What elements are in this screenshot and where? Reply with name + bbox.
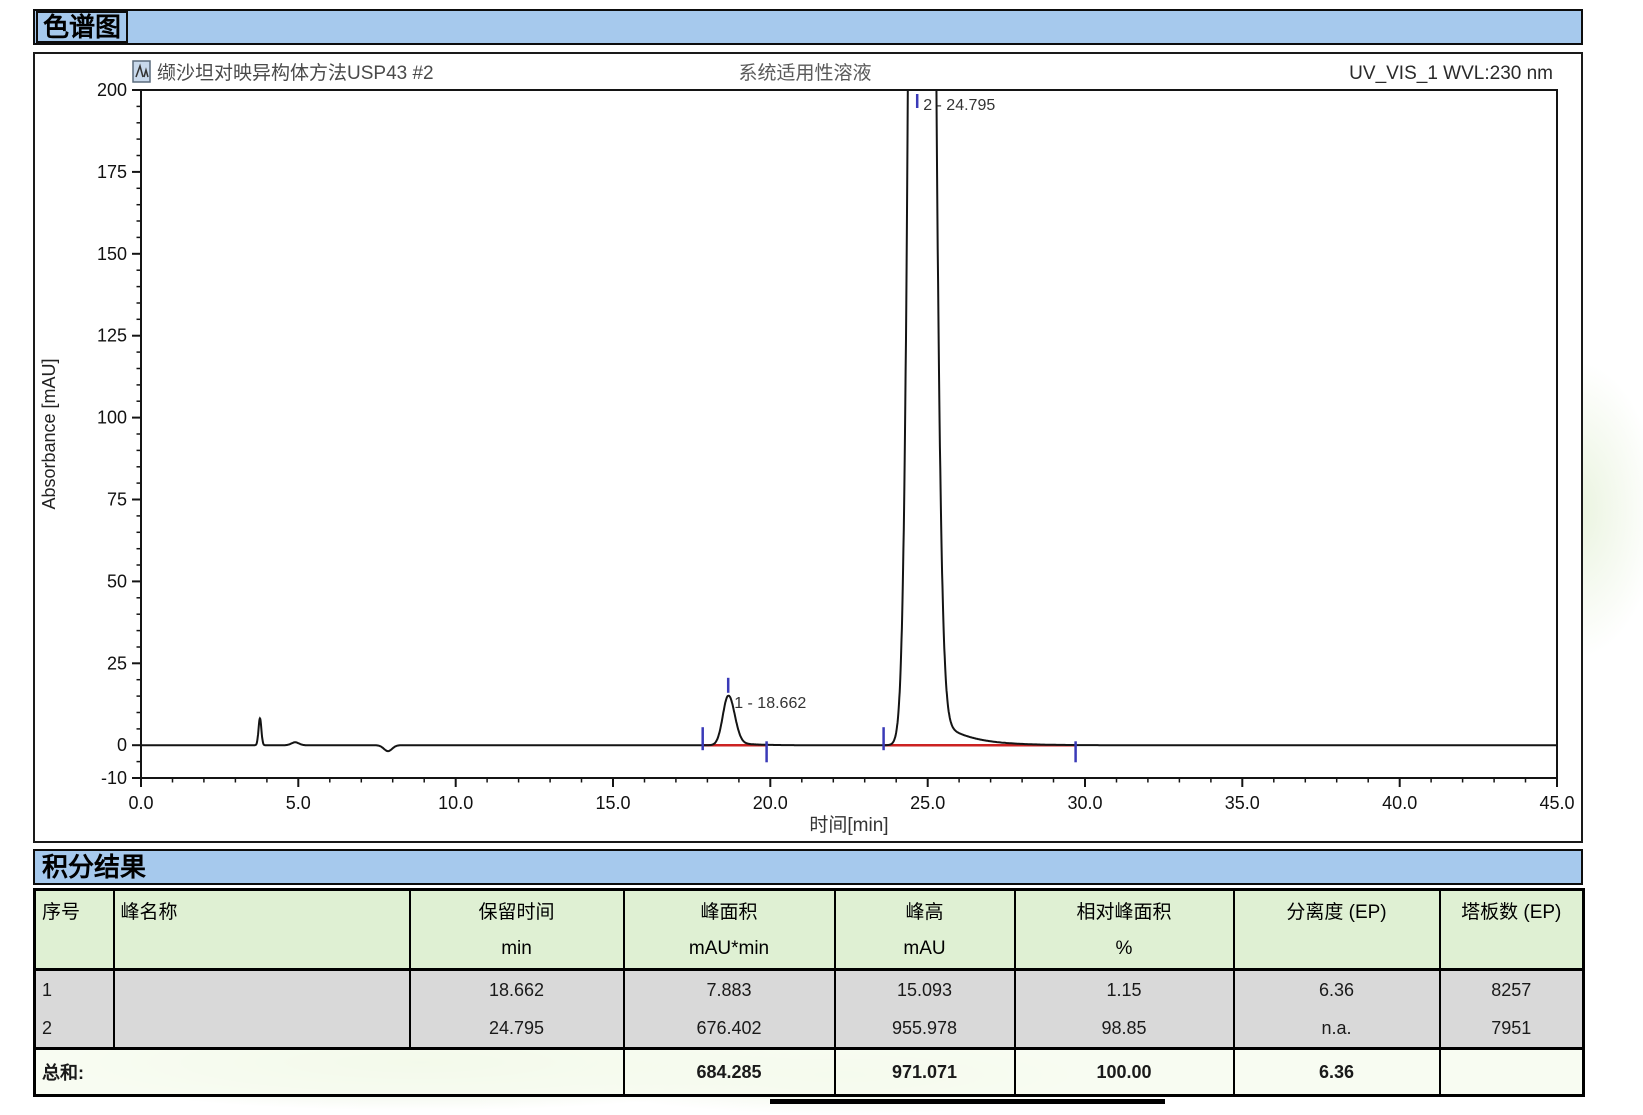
peak-value: 18.662: [410, 970, 624, 1010]
sum-value: 100.00: [1015, 1049, 1234, 1096]
svg-text:0: 0: [117, 735, 127, 755]
svg-text:45.0: 45.0: [1539, 793, 1574, 813]
svg-text:175: 175: [97, 162, 127, 182]
svg-text:40.0: 40.0: [1382, 793, 1417, 813]
svg-text:50: 50: [107, 571, 127, 591]
svg-text:25: 25: [107, 653, 127, 673]
column-header: 峰高mAU: [835, 890, 1015, 970]
svg-text:100: 100: [97, 408, 127, 428]
peak-value: 1.15: [1015, 970, 1234, 1010]
peak-value: 6.36: [1234, 970, 1440, 1010]
column-header: 保留时间min: [410, 890, 624, 970]
svg-text:0.0: 0.0: [128, 793, 153, 813]
svg-text:30.0: 30.0: [1067, 793, 1102, 813]
column-header: 塔板数 (EP): [1440, 890, 1584, 970]
svg-text:200: 200: [97, 80, 127, 100]
column-header: 分离度 (EP): [1234, 890, 1440, 970]
peak-row: 1 18.6627.88315.0931.156.368257: [35, 970, 1584, 1010]
svg-text:150: 150: [97, 244, 127, 264]
svg-text:10.0: 10.0: [438, 793, 473, 813]
peak-value: 98.85: [1015, 1009, 1234, 1049]
svg-text:125: 125: [97, 326, 127, 346]
table-bottom-rule: [770, 1099, 1165, 1104]
peak-number: 2: [35, 1009, 114, 1049]
table-header-row: 序号峰名称保留时间min峰面积mAU*min峰高mAU相对峰面积%分离度 (EP…: [35, 890, 1584, 970]
peak-value: 24.795: [410, 1009, 624, 1049]
sum-value: 684.285: [624, 1049, 835, 1096]
column-header: 序号: [35, 890, 114, 970]
svg-text:5.0: 5.0: [286, 793, 311, 813]
peak-value: [114, 1009, 410, 1049]
peak-value: 676.402: [624, 1009, 835, 1049]
svg-text:1 - 18.662: 1 - 18.662: [734, 695, 806, 712]
svg-text:-10: -10: [101, 768, 127, 788]
x-axis-ticks: 0.0 5.0 10.0 15.0 20.0 25.0 30.0 35.0 40.0 45.0: [128, 778, 1574, 813]
svg-text:75: 75: [107, 490, 127, 510]
column-header: 峰名称: [114, 890, 410, 970]
peak-value: [114, 970, 410, 1010]
svg-text:2 - 24.795: 2 - 24.795: [923, 97, 995, 114]
injection-icon: [133, 61, 150, 82]
svg-text:20.0: 20.0: [753, 793, 788, 813]
sum-value: 6.36: [1234, 1049, 1440, 1096]
chromatogram-section-bar: 色谱图: [33, 9, 1583, 45]
peak-value: n.a.: [1234, 1009, 1440, 1049]
integration-results-table: 序号峰名称保留时间min峰面积mAU*min峰高mAU相对峰面积%分离度 (EP…: [33, 888, 1585, 1097]
integration-results-bar: 积分结果: [33, 849, 1583, 885]
section-title: 积分结果: [35, 852, 146, 882]
sum-value: 971.071: [835, 1049, 1015, 1096]
chromatogram-panel: 缬沙坦对映异构体方法USP43 #2 系统适用性溶液 UV_VIS_1 WVL:…: [33, 52, 1583, 843]
section-title: 色谱图: [36, 11, 128, 43]
peak-value: 7.883: [624, 970, 835, 1010]
sum-value: [1440, 1049, 1584, 1096]
column-header: 峰面积mAU*min: [624, 890, 835, 970]
svg-text:35.0: 35.0: [1225, 793, 1260, 813]
peak-value: 15.093: [835, 970, 1015, 1010]
sample-name: 系统适用性溶液: [738, 62, 871, 84]
svg-text:25.0: 25.0: [910, 793, 945, 813]
svg-text:15.0: 15.0: [595, 793, 630, 813]
x-axis-title: 时间[min]: [809, 814, 888, 836]
sum-label: 总和:: [35, 1049, 624, 1096]
peak-value: 955.978: [835, 1009, 1015, 1049]
y-axis-ticks: 200 175 150 125 100 75 50 25 0 -10: [97, 80, 141, 788]
peak-value: 8257: [1440, 970, 1584, 1010]
peak-number: 1: [35, 970, 114, 1010]
column-header: 相对峰面积%: [1015, 890, 1234, 970]
peak-value: 7951: [1440, 1009, 1584, 1049]
sum-row: 总和:684.285971.071100.006.36: [35, 1049, 1584, 1096]
detector-channel-label: UV_VIS_1 WVL:230 nm: [1349, 63, 1553, 84]
injection-name: 缬沙坦对映异构体方法USP43 #2: [157, 62, 434, 84]
y-axis-title: Absorbance [mAU]: [39, 358, 59, 509]
peak-row: 2 24.795676.402955.97898.85n.a.7951: [35, 1009, 1584, 1049]
plot-area: [141, 90, 1557, 778]
